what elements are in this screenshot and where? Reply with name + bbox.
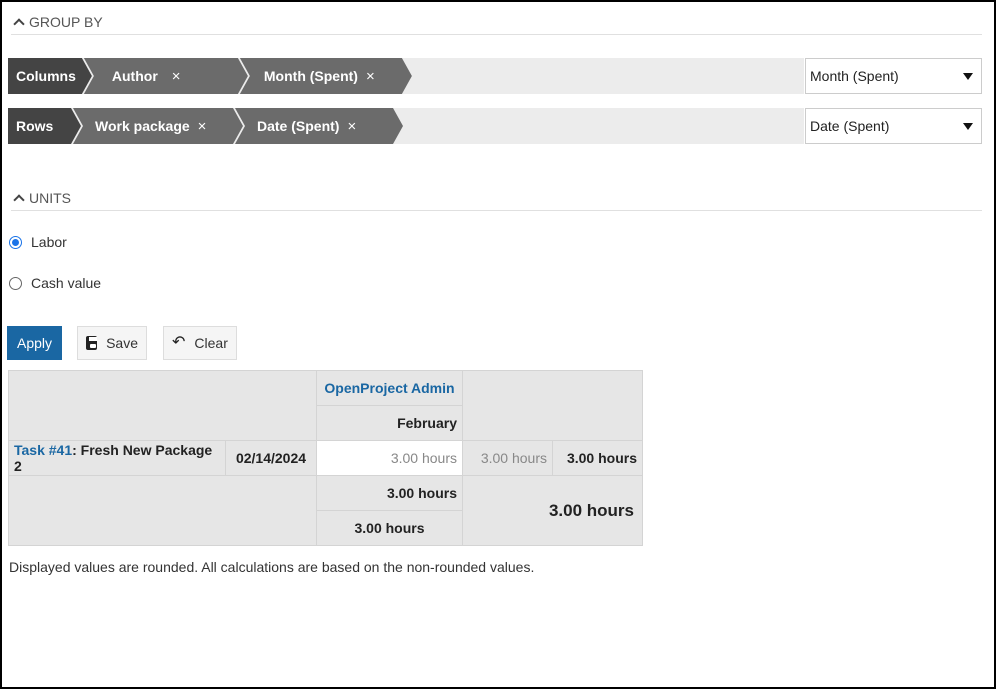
save-button[interactable]: Save <box>77 326 147 360</box>
month-total-cell: 3.00 hours <box>316 475 463 511</box>
header-row-author: OpenProject Admin <box>8 370 643 441</box>
rounding-note: Displayed values are rounded. All calcul… <box>9 559 535 575</box>
rows-label: Rows <box>16 118 54 134</box>
value-cell[interactable]: 3.00 hours <box>316 440 463 476</box>
remove-work-package-icon[interactable]: × <box>198 118 207 135</box>
clear-label: Clear <box>194 335 228 351</box>
rows-select-value: Date (Spent) <box>810 118 890 134</box>
labor-radio[interactable] <box>9 235 22 249</box>
remove-author-icon[interactable]: × <box>172 68 181 85</box>
columns-select-value: Month (Spent) <box>810 68 899 84</box>
save-icon <box>86 336 98 350</box>
apply-label: Apply <box>16 335 53 351</box>
chip-month-spent-label: Month (Spent) <box>263 68 358 84</box>
chip-work-package[interactable]: Work package × <box>73 108 243 144</box>
columns-label-chip: Columns <box>8 58 92 94</box>
month-header: February <box>316 405 463 441</box>
chevron-up-icon <box>13 194 25 206</box>
remove-date-spent-icon[interactable]: × <box>347 118 356 135</box>
save-label: Save <box>106 335 138 351</box>
labor-label: Labor <box>31 234 67 250</box>
report-window: GROUP BY Columns Author × Month (Spent) … <box>0 0 996 689</box>
report-table: OpenProject Admin February Task #41: Fre… <box>8 370 643 546</box>
columns-add-select[interactable]: Month (Spent) <box>805 58 982 94</box>
work-package-cell: Task #41: Fresh New Package 2 <box>8 440 226 476</box>
group-by-title: GROUP BY <box>29 14 103 30</box>
apply-button[interactable]: Apply <box>7 326 62 360</box>
rows-add-select[interactable]: Date (Spent) <box>805 108 982 144</box>
units-toggle[interactable]: UNITS <box>11 190 982 211</box>
row-total-cell: 3.00 hours <box>552 440 643 476</box>
undo-icon: ↶ <box>172 334 186 351</box>
unit-option-cash-value[interactable]: Cash value <box>9 275 101 291</box>
rows-label-chip: Rows <box>8 108 81 144</box>
cash-value-radio[interactable] <box>9 276 22 290</box>
footer-corner <box>8 475 317 546</box>
remove-month-spent-icon[interactable]: × <box>366 68 375 85</box>
chip-date-spent-label: Date (Spent) <box>257 118 340 134</box>
corner-cell <box>8 370 317 441</box>
author-header[interactable]: OpenProject Admin <box>316 370 463 406</box>
chip-month-spent[interactable]: Month (Spent) × <box>240 58 412 94</box>
unit-option-labor[interactable]: Labor <box>9 234 67 250</box>
table-row: Task #41: Fresh New Package 2 02/14/2024… <box>8 440 643 476</box>
columns-label: Columns <box>16 68 76 84</box>
dropdown-arrow-icon <box>963 123 973 130</box>
clear-button[interactable]: ↶ Clear <box>163 326 237 360</box>
cash-value-label: Cash value <box>31 275 102 291</box>
author-footer-total-cell: 3.00 hours <box>316 510 463 546</box>
date-cell: 02/14/2024 <box>225 440 317 476</box>
rows-group-bar[interactable]: Rows Work package × Date (Spent) × <box>8 108 804 144</box>
dropdown-arrow-icon <box>963 73 973 80</box>
chip-work-package-label: Work package <box>95 118 190 134</box>
author-total-cell: 3.00 hours <box>462 440 553 476</box>
header-filler <box>462 370 643 441</box>
columns-group-bar[interactable]: Columns Author × Month (Spent) × <box>8 58 804 94</box>
chip-author-label: Author <box>111 68 158 84</box>
chevron-up-icon <box>13 18 25 30</box>
chip-author[interactable]: Author × <box>84 58 248 94</box>
footer-row-month: 3.00 hours 3.00 hours <box>8 475 643 546</box>
grand-total-cell: 3.00 hours <box>462 475 643 546</box>
chip-date-spent[interactable]: Date (Spent) × <box>235 108 403 144</box>
group-by-toggle[interactable]: GROUP BY <box>11 14 982 35</box>
units-title: UNITS <box>29 190 71 206</box>
task-link[interactable]: Task #41 <box>14 442 72 458</box>
